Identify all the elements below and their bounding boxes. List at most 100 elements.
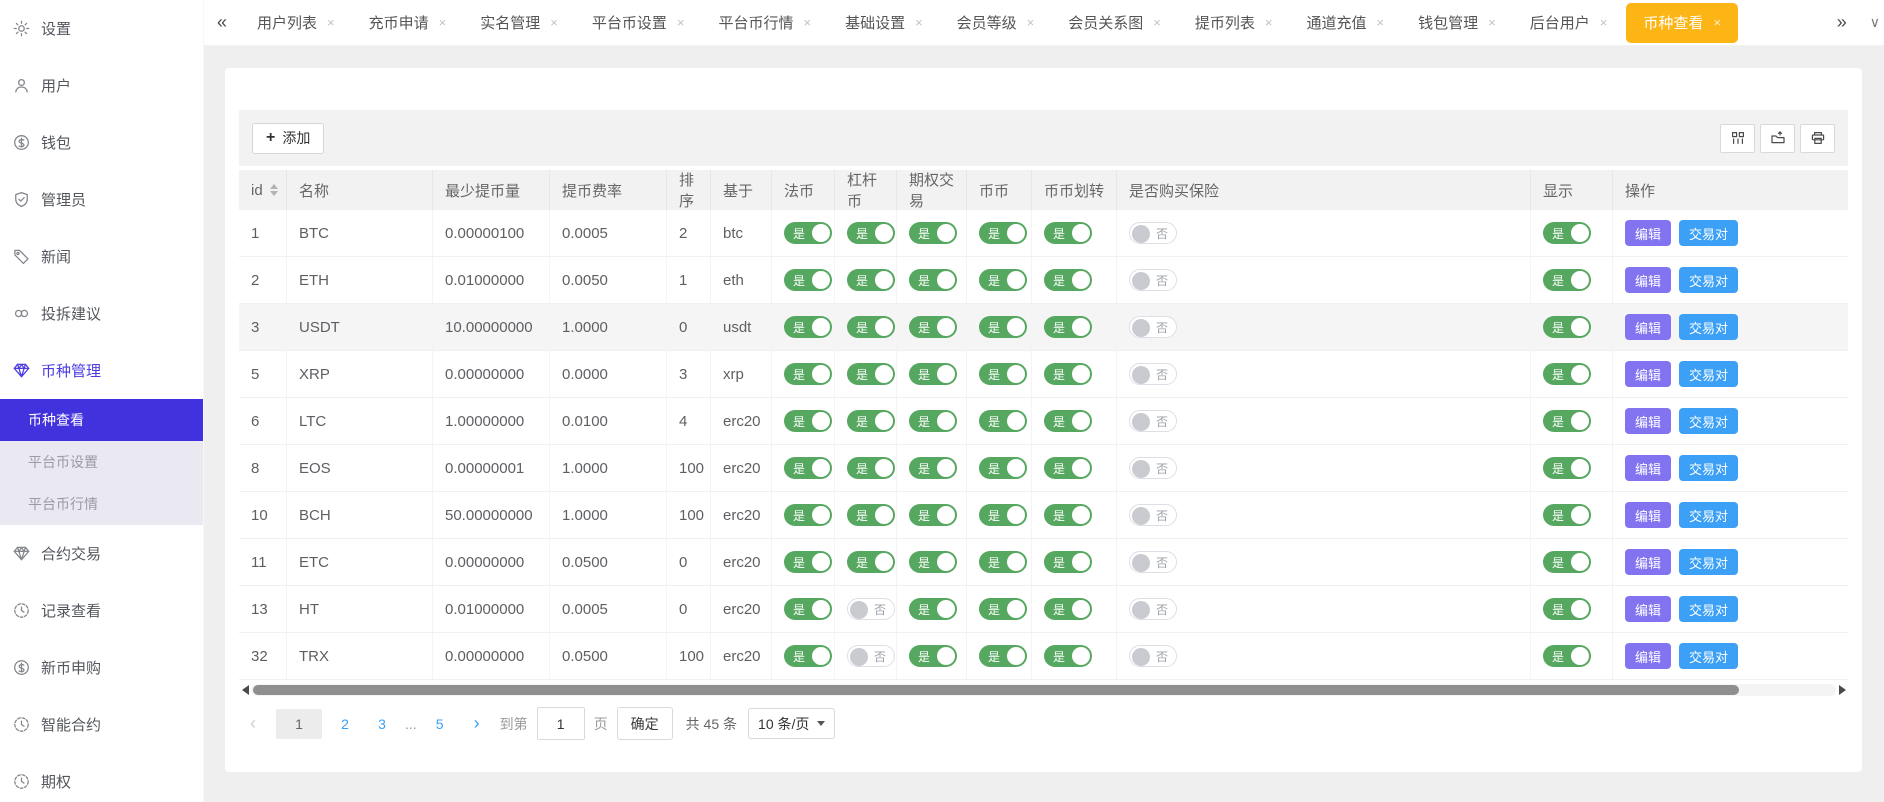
sidebar-item-users[interactable]: 用户 <box>0 57 203 114</box>
coin-toggle[interactable]: 是 <box>979 316 1027 338</box>
tab-basic-settings[interactable]: 基础设置× <box>828 0 940 46</box>
tab-platform-coin-market[interactable]: 平台币行情× <box>701 0 828 46</box>
trading-pair-button[interactable]: 交易对 <box>1679 361 1738 387</box>
page-button-2[interactable]: 2 <box>331 709 359 739</box>
sidebar-item-new-coin[interactable]: 新币申购 <box>0 639 203 696</box>
tab-close-icon[interactable]: × <box>550 15 558 30</box>
lever-toggle[interactable]: 是 <box>847 269 895 291</box>
fiat-toggle[interactable]: 是 <box>784 269 832 291</box>
tab-user-list[interactable]: 用户列表× <box>240 0 352 46</box>
collapse-tabs-right-icon[interactable]: » <box>1824 12 1860 33</box>
tab-close-icon[interactable]: × <box>803 15 811 30</box>
edit-button[interactable]: 编辑 <box>1625 549 1671 575</box>
show-toggle[interactable]: 是 <box>1543 645 1591 667</box>
confirm-button[interactable]: 确定 <box>617 707 673 740</box>
lever-toggle[interactable]: 否 <box>847 645 895 667</box>
add-button[interactable]: + 添加 <box>252 123 324 154</box>
tab-channel-recharge[interactable]: 通道充值× <box>1290 0 1402 46</box>
trading-pair-button[interactable]: 交易对 <box>1679 408 1738 434</box>
edit-button[interactable]: 编辑 <box>1625 361 1671 387</box>
lever-toggle[interactable]: 是 <box>847 504 895 526</box>
fiat-toggle[interactable]: 是 <box>784 645 832 667</box>
option-toggle[interactable]: 是 <box>909 645 957 667</box>
edit-button[interactable]: 编辑 <box>1625 502 1671 528</box>
lever-toggle[interactable]: 是 <box>847 222 895 244</box>
show-toggle[interactable]: 是 <box>1543 410 1591 432</box>
collapse-tabs-left-icon[interactable]: « <box>204 12 240 33</box>
sidebar-item-options[interactable]: 期权 <box>0 753 203 802</box>
trading-pair-button[interactable]: 交易对 <box>1679 267 1738 293</box>
columns-button[interactable] <box>1720 124 1755 153</box>
lever-toggle[interactable]: 是 <box>847 457 895 479</box>
tab-close-icon[interactable]: × <box>1265 15 1273 30</box>
scroll-left-arrow[interactable] <box>239 685 251 695</box>
per-page-select[interactable]: 10 条/页 <box>748 708 835 739</box>
next-page-button[interactable]: › <box>463 709 491 739</box>
lever-toggle[interactable]: 是 <box>847 410 895 432</box>
show-toggle[interactable]: 是 <box>1543 457 1591 479</box>
fiat-toggle[interactable]: 是 <box>784 222 832 244</box>
tab-deposit-apply[interactable]: 充币申请× <box>352 0 464 46</box>
insurance-toggle[interactable]: 否 <box>1129 316 1177 338</box>
tab-kyc-manage[interactable]: 实名管理× <box>463 0 575 46</box>
scroll-right-arrow[interactable] <box>1836 685 1848 695</box>
edit-button[interactable]: 编辑 <box>1625 220 1671 246</box>
option-toggle[interactable]: 是 <box>909 551 957 573</box>
coin-toggle[interactable]: 是 <box>979 410 1027 432</box>
tab-member-relation[interactable]: 会员关系图× <box>1051 0 1178 46</box>
transfer-toggle[interactable]: 是 <box>1044 598 1092 620</box>
coin-toggle[interactable]: 是 <box>979 269 1027 291</box>
tab-close-icon[interactable]: × <box>677 15 685 30</box>
sidebar-item-wallet[interactable]: 钱包 <box>0 114 203 171</box>
insurance-toggle[interactable]: 否 <box>1129 410 1177 432</box>
fiat-toggle[interactable]: 是 <box>784 316 832 338</box>
sidebar-subitem-coin-view[interactable]: 币种查看 <box>0 399 203 441</box>
tab-close-icon[interactable]: × <box>1488 15 1496 30</box>
sidebar-item-coin-manage[interactable]: 币种管理 <box>0 342 203 399</box>
show-toggle[interactable]: 是 <box>1543 222 1591 244</box>
transfer-toggle[interactable]: 是 <box>1044 269 1092 291</box>
scrollbar-thumb[interactable] <box>253 685 1739 695</box>
fiat-toggle[interactable]: 是 <box>784 363 832 385</box>
transfer-toggle[interactable]: 是 <box>1044 504 1092 526</box>
sidebar-subitem-platform-coin-market[interactable]: 平台币行情 <box>0 483 203 525</box>
transfer-toggle[interactable]: 是 <box>1044 316 1092 338</box>
insurance-toggle[interactable]: 否 <box>1129 363 1177 385</box>
edit-button[interactable]: 编辑 <box>1625 408 1671 434</box>
edit-button[interactable]: 编辑 <box>1625 643 1671 669</box>
transfer-toggle[interactable]: 是 <box>1044 645 1092 667</box>
tab-coin-view[interactable]: 币种查看× <box>1626 3 1738 43</box>
tab-close-icon[interactable]: × <box>915 15 923 30</box>
edit-button[interactable]: 编辑 <box>1625 314 1671 340</box>
tab-close-icon[interactable]: × <box>1713 15 1721 30</box>
prev-page-button[interactable]: ‹ <box>239 709 267 739</box>
fiat-toggle[interactable]: 是 <box>784 410 832 432</box>
tab-withdraw-list[interactable]: 提币列表× <box>1178 0 1290 46</box>
lever-toggle[interactable]: 是 <box>847 363 895 385</box>
coin-toggle[interactable]: 是 <box>979 645 1027 667</box>
edit-button[interactable]: 编辑 <box>1625 596 1671 622</box>
coin-toggle[interactable]: 是 <box>979 457 1027 479</box>
fiat-toggle[interactable]: 是 <box>784 457 832 479</box>
fiat-toggle[interactable]: 是 <box>784 551 832 573</box>
sidebar-subitem-platform-coin-settings[interactable]: 平台币设置 <box>0 441 203 483</box>
insurance-toggle[interactable]: 否 <box>1129 645 1177 667</box>
tab-close-icon[interactable]: × <box>1153 15 1161 30</box>
print-button[interactable] <box>1800 124 1835 153</box>
sidebar-item-records[interactable]: 记录查看 <box>0 582 203 639</box>
tab-member-level[interactable]: 会员等级× <box>940 0 1052 46</box>
insurance-toggle[interactable]: 否 <box>1129 504 1177 526</box>
coin-toggle[interactable]: 是 <box>979 363 1027 385</box>
insurance-toggle[interactable]: 否 <box>1129 457 1177 479</box>
option-toggle[interactable]: 是 <box>909 410 957 432</box>
option-toggle[interactable]: 是 <box>909 316 957 338</box>
transfer-toggle[interactable]: 是 <box>1044 551 1092 573</box>
coin-toggle[interactable]: 是 <box>979 222 1027 244</box>
trading-pair-button[interactable]: 交易对 <box>1679 643 1738 669</box>
insurance-toggle[interactable]: 否 <box>1129 551 1177 573</box>
fiat-toggle[interactable]: 是 <box>784 504 832 526</box>
edit-button[interactable]: 编辑 <box>1625 455 1671 481</box>
sidebar-item-feedback[interactable]: 投拆建议 <box>0 285 203 342</box>
show-toggle[interactable]: 是 <box>1543 504 1591 526</box>
show-toggle[interactable]: 是 <box>1543 316 1591 338</box>
